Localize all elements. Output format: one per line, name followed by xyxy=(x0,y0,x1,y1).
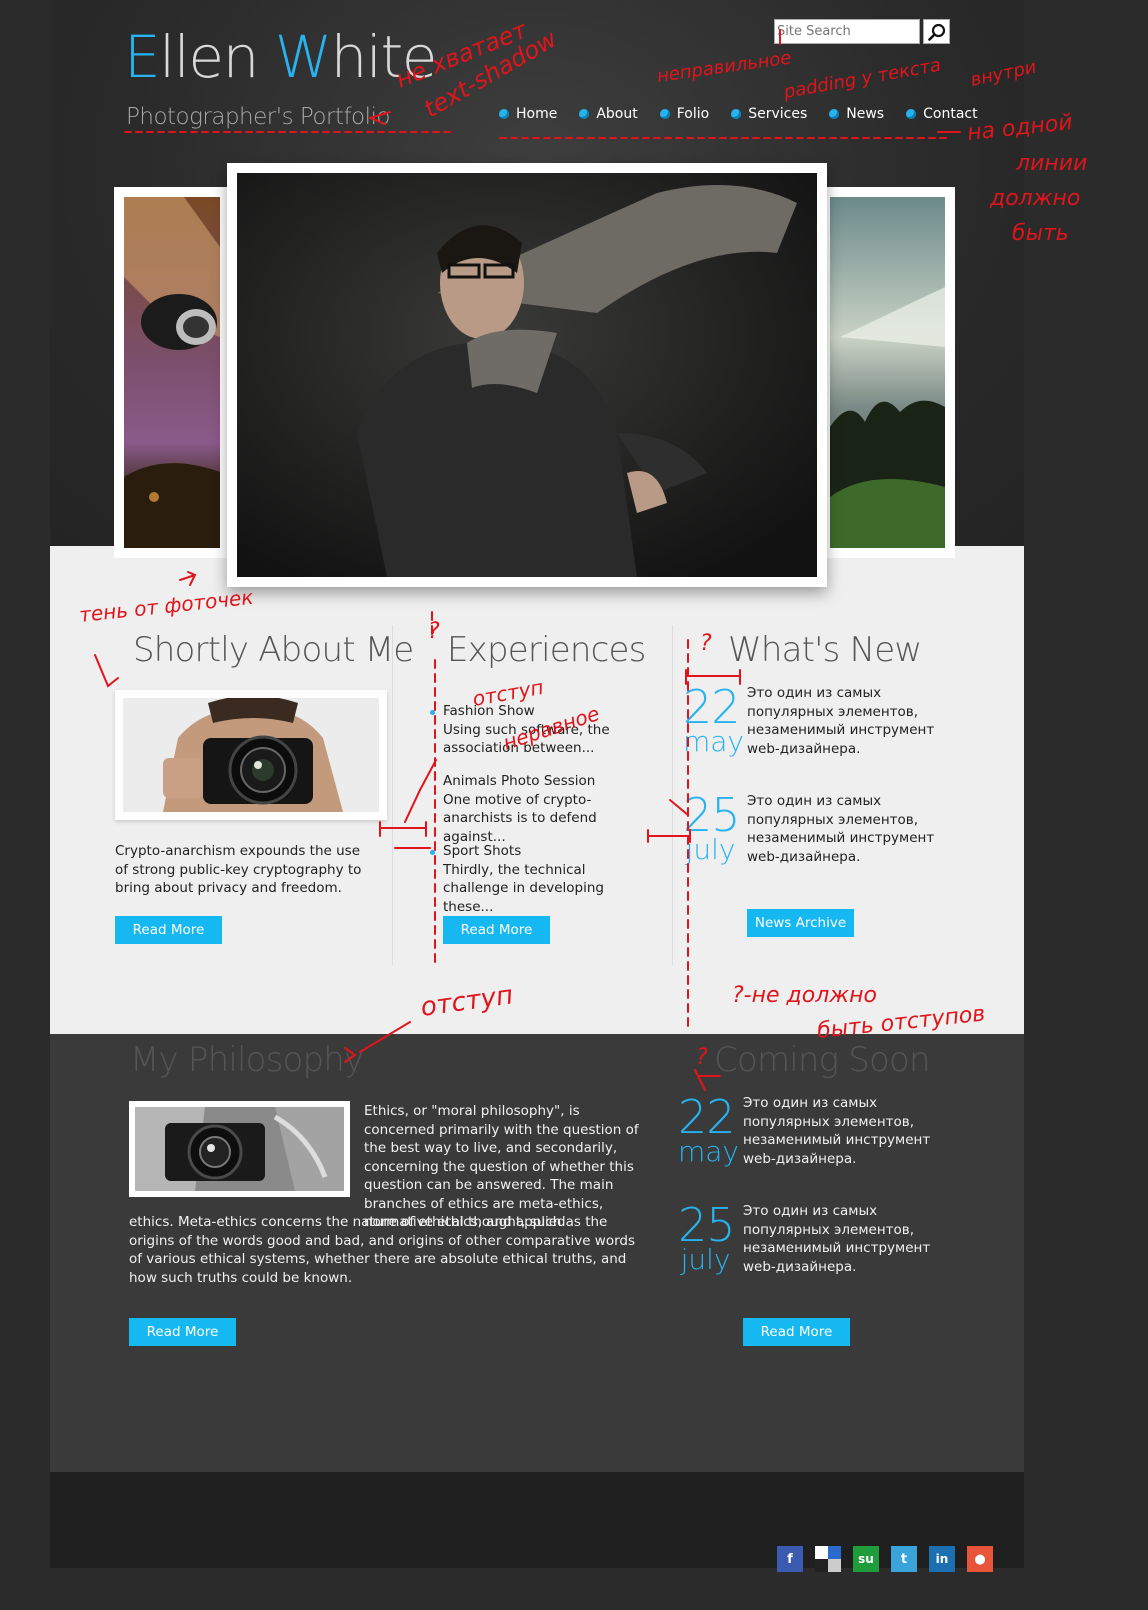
date-month: may xyxy=(683,725,745,758)
nav-item-about[interactable]: About xyxy=(579,106,638,122)
coming-soon-title: Coming Soon xyxy=(714,1040,931,1080)
experience-item-sport[interactable]: Sport Shots Thirdly, the technical chall… xyxy=(443,842,653,916)
search-input[interactable] xyxy=(774,19,920,44)
twitter-icon[interactable]: t xyxy=(891,1546,917,1572)
about-text: Crypto-anarchism expounds the use of str… xyxy=(115,843,362,896)
coming-item-text: Это один из самых популярных элементов, … xyxy=(743,1203,931,1275)
news-date-1: 22 may xyxy=(683,680,745,758)
logo-text-llen: llen xyxy=(159,23,275,91)
news-item-text: Это один из самых популярных элементов, … xyxy=(747,793,935,865)
philosophy-title: My Philosophy xyxy=(130,1040,364,1080)
nav-item-contact[interactable]: Contact xyxy=(906,106,978,122)
slider-photo-right[interactable] xyxy=(820,187,955,558)
camera-man-image xyxy=(123,698,379,812)
bullet-icon xyxy=(659,109,670,119)
portrait-sunglasses-image xyxy=(124,197,220,548)
experiences-read-more-button[interactable]: Read More xyxy=(443,916,550,944)
slider-photo-left[interactable] xyxy=(114,187,230,558)
logo-letter-w: W xyxy=(274,23,332,91)
experience-item-title: Animals Photo Session xyxy=(443,773,596,789)
search-icon xyxy=(927,23,945,41)
philosophy-text-rest: ethics. Meta-ethics concerns the nature … xyxy=(129,1214,636,1286)
date-day: 22 xyxy=(683,680,741,734)
nav-label: Home xyxy=(516,106,558,122)
nav-label: Services xyxy=(748,106,808,122)
nav-item-home[interactable]: Home xyxy=(499,106,557,122)
news-archive-button[interactable]: News Archive xyxy=(747,909,854,937)
main-nav: Home About Folio Services News Contact xyxy=(499,106,978,122)
man-in-jacket-image xyxy=(237,173,817,577)
coming-item-text: Это один из самых популярных элементов, … xyxy=(743,1095,931,1167)
bullet-icon xyxy=(430,850,435,855)
experience-item-text: Thirdly, the technical challenge in deve… xyxy=(443,861,605,915)
nav-item-services[interactable]: Services xyxy=(731,106,807,122)
bullet-icon xyxy=(906,109,917,119)
experience-item-text: Using such software, the association bet… xyxy=(443,721,610,757)
date-month: july xyxy=(680,1243,731,1276)
coming-read-more-button[interactable]: Read More xyxy=(743,1318,850,1346)
slider-photo-main[interactable] xyxy=(227,163,827,587)
news-date-2: 25 july xyxy=(683,788,741,866)
about-title: Shortly About Me xyxy=(133,630,414,670)
facebook-icon[interactable]: f xyxy=(777,1546,803,1572)
column-divider xyxy=(672,625,673,965)
nav-label: Folio xyxy=(676,106,710,122)
experience-item-fashion[interactable]: Fashion Show Using such software, the as… xyxy=(443,702,653,758)
experience-item-title: Sport Shots xyxy=(443,843,522,859)
philosophy-read-more-button[interactable]: Read More xyxy=(129,1318,236,1346)
stumbleupon-icon[interactable]: su xyxy=(853,1546,879,1572)
nav-label: News xyxy=(846,106,885,122)
bullet-icon xyxy=(579,109,590,119)
date-day: 25 xyxy=(678,1198,736,1252)
annotation-text: линии xyxy=(1015,151,1087,176)
news-title: What's New xyxy=(728,630,922,670)
reddit-icon[interactable]: ● xyxy=(967,1546,993,1572)
experience-item-title: Fashion Show xyxy=(443,703,535,719)
date-day: 22 xyxy=(678,1090,736,1144)
bullet-icon xyxy=(731,109,742,119)
bullet-icon xyxy=(499,109,509,119)
logo-text-hite: hite xyxy=(330,23,438,91)
bullet-icon xyxy=(829,109,840,119)
coming-date-2: 25 july xyxy=(678,1198,736,1276)
linkedin-icon[interactable]: in xyxy=(929,1546,955,1572)
date-month: may xyxy=(678,1135,740,1168)
site-tagline: Photographer's Portfolio xyxy=(126,104,390,130)
about-read-more-button[interactable]: Read More xyxy=(115,916,222,944)
nav-label: About xyxy=(596,106,638,122)
experiences-title: Experiences xyxy=(447,630,646,670)
philosophy-photo xyxy=(129,1101,350,1197)
logo-letter-e: E xyxy=(124,23,161,91)
camera-bw-image xyxy=(135,1107,344,1191)
experience-item-animals[interactable]: Animals Photo Session One motive of cryp… xyxy=(443,772,653,846)
landscape-sky-image xyxy=(830,197,945,548)
nav-label: Contact xyxy=(923,106,978,122)
news-item-text: Это один из самых популярных элементов, … xyxy=(747,685,935,757)
nav-item-news[interactable]: News xyxy=(829,106,884,122)
coming-date-1: 22 may xyxy=(678,1090,740,1168)
date-month: july xyxy=(685,833,736,866)
date-day: 25 xyxy=(683,788,741,842)
experience-item-text: One motive of crypto-anarchists is to de… xyxy=(443,791,597,845)
nav-item-folio[interactable]: Folio xyxy=(659,106,710,122)
search-button[interactable] xyxy=(923,19,950,44)
about-photo xyxy=(115,690,387,820)
bullet-icon xyxy=(430,710,435,715)
delicious-icon-graphic xyxy=(815,1546,841,1572)
delicious-icon[interactable] xyxy=(815,1546,841,1572)
site-logo[interactable]: Ellen White xyxy=(124,28,437,86)
column-divider xyxy=(392,625,393,965)
